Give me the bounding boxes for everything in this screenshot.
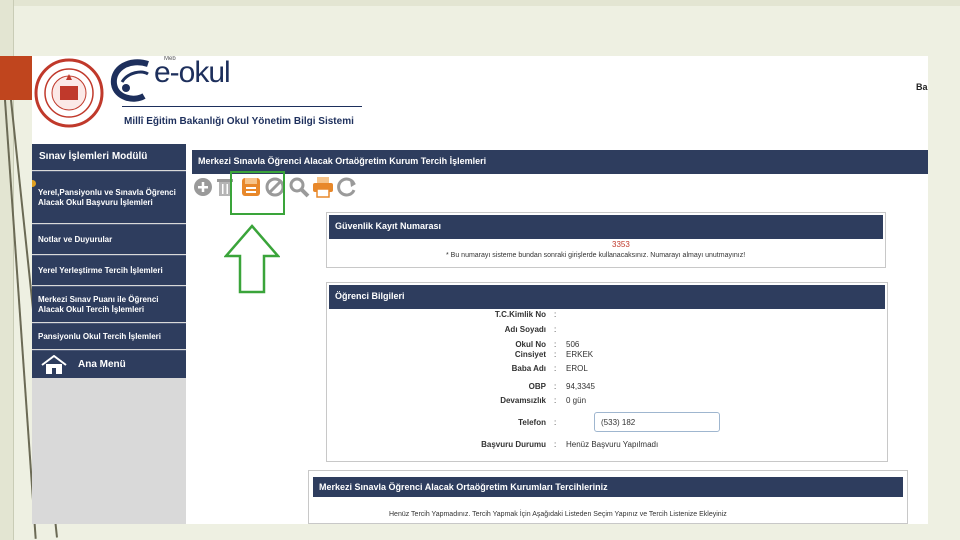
security-panel: Güvenlik Kayıt Numarası [326,212,886,268]
home-label: Ana Menü [78,358,126,370]
field-label: T.C.Kimlik No [494,310,546,319]
sidebar-item-label: Pansiyonlu Okul Tercih İşlemleri [38,331,162,341]
field-colon: : [554,364,557,373]
toolbar [192,176,382,200]
header-right-text: Ba [916,82,928,92]
system-title: Millî Eğitim Bakanlığı Okul Yönetim Bilg… [124,116,354,127]
save-highlight-box [230,171,285,215]
field-label: Cinsiyet [514,350,546,359]
field-label: Baba Adı [511,364,546,373]
field-colon: : [554,340,557,349]
sidebar-item-label: Yerel Yerleştirme Tercih İşlemleri [38,265,163,275]
eokul-screenshot: Meb e-okul Millî Eğitim Bakanlığı Okul Y… [32,56,928,524]
field-value: 0 gün [566,396,587,405]
field-value: 94,3345 [566,382,595,391]
sidebar-item-merkezi-sinav[interactable]: Merkezi Sınav Puanı ile Öğrenci Alacak O… [32,286,186,322]
refresh-icon[interactable] [336,176,358,198]
field-label: Okul No [515,340,546,349]
field-label: Adı Soyadı [504,325,546,334]
preferences-note: Henüz Tercih Yapmadınız. Tercih Yapmak İ… [389,511,727,518]
field-colon: : [554,440,557,449]
preferences-panel: Merkezi Sınavla Öğrenci Alacak Ortaöğret… [308,470,908,524]
add-icon[interactable] [192,176,214,198]
eokul-logo-text: e-okul [154,56,231,89]
field-colon: : [554,382,557,391]
security-note: * Bu numarayı sisteme bundan sonraki gir… [446,252,746,259]
site-header: Meb e-okul Millî Eğitim Bakanlığı Okul Y… [32,56,928,138]
field-value: 506 [566,340,580,349]
sidebar-item-label: Merkezi Sınav Puanı ile Öğrenci Alacak O… [38,294,159,314]
field-value: ERKEK [566,350,594,359]
eokul-logo-icon [110,59,149,102]
field-colon: : [554,396,557,405]
field-value: Henüz Başvuru Yapılmadı [566,440,659,449]
field-label: Başvuru Durumu [481,440,546,449]
field-label: Devamsızlık [500,396,546,405]
field-colon: : [554,310,557,319]
sidebar: Sınav İşlemleri Modülü Yerel,Pansiyonlu … [32,144,186,524]
search-icon[interactable] [288,176,310,198]
up-arrow-icon [224,224,280,294]
field-value: EROL [566,364,588,373]
sidebar-item-okul-basvuru[interactable]: Yerel,Pansiyonlu ve Sınavla Öğrenci Alac… [32,171,186,223]
field-label: Telefon [518,418,546,427]
field-colon: : [554,350,557,359]
field-colon: : [554,325,557,334]
sidebar-item-yerel-yerlestirme[interactable]: Yerel Yerleştirme Tercih İşlemleri [32,255,186,285]
sidebar-item-home[interactable]: Ana Menü [32,350,186,378]
bullet-icon [32,180,36,187]
field-label: OBP [528,382,546,391]
header-divider [122,106,362,107]
ministry-seal-icon [34,58,104,128]
security-number: 3353 [612,240,630,249]
print-icon[interactable] [312,176,334,198]
home-icon [41,354,67,374]
phone-input[interactable]: (533) 182 [594,412,720,432]
security-panel-title: Güvenlik Kayıt Numarası [329,215,883,239]
student-panel-title: Öğrenci Bilgileri [329,285,885,309]
slide-top-border [0,0,960,6]
sidebar-item-notlar[interactable]: Notlar ve Duyurular [32,224,186,254]
sidebar-item-label: Yerel,Pansiyonlu ve Sınavla Öğrenci Alac… [38,187,176,207]
field-colon: : [554,418,557,427]
content-title-bar: Merkezi Sınavla Öğrenci Alacak Ortaöğret… [192,150,928,174]
slide-accent-block [0,56,32,100]
sidebar-item-pansiyonlu[interactable]: Pansiyonlu Okul Tercih İşlemleri [32,323,186,349]
preferences-panel-title: Merkezi Sınavla Öğrenci Alacak Ortaöğret… [313,477,903,497]
sidebar-item-label: Notlar ve Duyurular [38,234,113,244]
sidebar-title: Sınav İşlemleri Modülü [32,144,186,170]
